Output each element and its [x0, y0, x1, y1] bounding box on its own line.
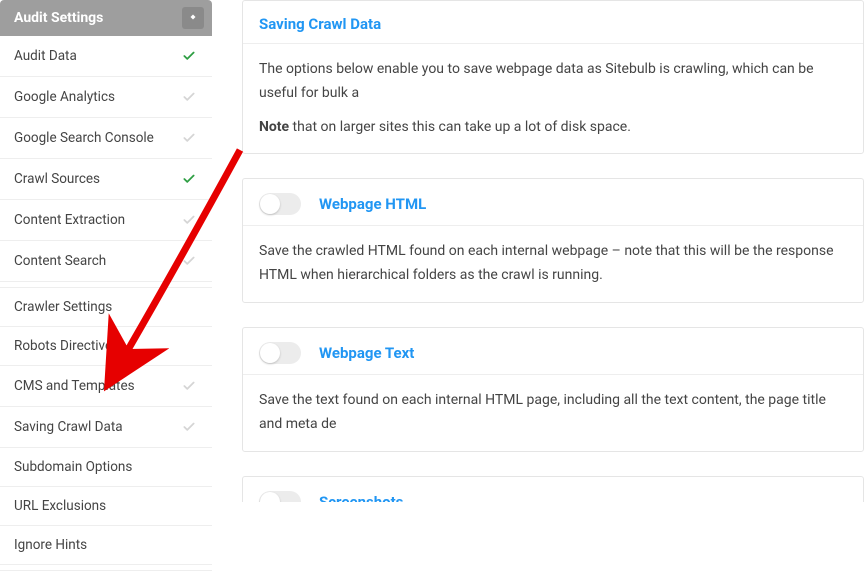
section-title: Webpage HTML	[319, 195, 426, 213]
collapse-icon[interactable]	[182, 7, 204, 29]
sidebar-item-url-exclusions[interactable]: URL Exclusions	[0, 487, 212, 526]
sidebar: Audit Settings Audit Data Google Analyti…	[0, 0, 212, 502]
sidebar-item-label: Google Search Console	[14, 130, 154, 146]
sidebar-item-content-search[interactable]: Content Search	[0, 241, 212, 282]
check-icon	[180, 47, 198, 65]
intro-panel: Saving Crawl Data The options below enab…	[242, 0, 864, 154]
page-title: Saving Crawl Data	[259, 15, 381, 33]
toggle-screenshots[interactable]	[259, 491, 301, 502]
sidebar-item-label: Content Search	[14, 253, 106, 269]
sidebar-item-cms-templates[interactable]: CMS and Templates	[0, 366, 212, 407]
sidebar-item-label: Google Analytics	[14, 89, 115, 105]
toggle-webpage-html[interactable]	[259, 193, 301, 215]
sidebar-item-google-analytics[interactable]: Google Analytics	[0, 77, 212, 118]
section-webpage-text: Webpage Text Save the text found on each…	[242, 327, 864, 452]
sidebar-item-label: Ignore Hints	[14, 537, 87, 553]
sidebar-item-saving-crawl-data[interactable]: Saving Crawl Data	[0, 407, 212, 448]
section-title: Screenshots	[319, 493, 403, 502]
intro-note-strong: Note	[259, 119, 289, 135]
toggle-webpage-text[interactable]	[259, 342, 301, 364]
check-icon	[180, 252, 198, 270]
check-icon	[180, 129, 198, 147]
intro-note-rest: that on larger sites this can take up a …	[289, 119, 631, 135]
sidebar-item-robots-directives[interactable]: Robots Directives	[0, 327, 212, 366]
check-icon	[180, 88, 198, 106]
sidebar-divider	[0, 565, 212, 571]
section-webpage-html: Webpage HTML Save the crawled HTML found…	[242, 178, 864, 303]
sidebar-item-label: CMS and Templates	[14, 378, 135, 394]
sidebar-item-label: Robots Directives	[14, 338, 119, 354]
intro-p1: The options below enable you to save web…	[259, 58, 847, 106]
intro-desc: The options below enable you to save web…	[243, 43, 863, 153]
sidebar-item-audit-data[interactable]: Audit Data	[0, 36, 212, 77]
sidebar-item-ignore-hints[interactable]: Ignore Hints	[0, 526, 212, 565]
sidebar-item-label: Subdomain Options	[14, 459, 132, 475]
check-icon	[180, 170, 198, 188]
sidebar-item-label: Crawler Settings	[14, 299, 112, 315]
sidebar-header[interactable]: Audit Settings	[0, 0, 212, 36]
sidebar-item-crawl-sources[interactable]: Crawl Sources	[0, 159, 212, 200]
sidebar-item-label: Content Extraction	[14, 212, 125, 228]
intro-p2: Note that on larger sites this can take …	[259, 116, 847, 140]
sidebar-header-label: Audit Settings	[14, 10, 103, 26]
sidebar-item-crawler-settings[interactable]: Crawler Settings	[0, 288, 212, 327]
sidebar-item-subdomain-options[interactable]: Subdomain Options	[0, 448, 212, 487]
check-icon	[180, 211, 198, 229]
section-desc: Save the text found on each internal HTM…	[243, 374, 863, 451]
check-icon	[180, 377, 198, 395]
sidebar-item-label: Saving Crawl Data	[14, 419, 123, 435]
sidebar-item-label: Audit Data	[14, 48, 77, 64]
sidebar-item-label: URL Exclusions	[14, 498, 106, 514]
section-desc: Save the crawled HTML found on each inte…	[243, 225, 863, 302]
sidebar-item-label: Crawl Sources	[14, 171, 100, 187]
section-title: Webpage Text	[319, 344, 414, 362]
main-content: Saving Crawl Data The options below enab…	[212, 0, 864, 502]
section-screenshots: Screenshots Save screenshots of each ren…	[242, 476, 864, 502]
check-icon	[180, 418, 198, 436]
sidebar-item-google-search-console[interactable]: Google Search Console	[0, 118, 212, 159]
sidebar-item-content-extraction[interactable]: Content Extraction	[0, 200, 212, 241]
